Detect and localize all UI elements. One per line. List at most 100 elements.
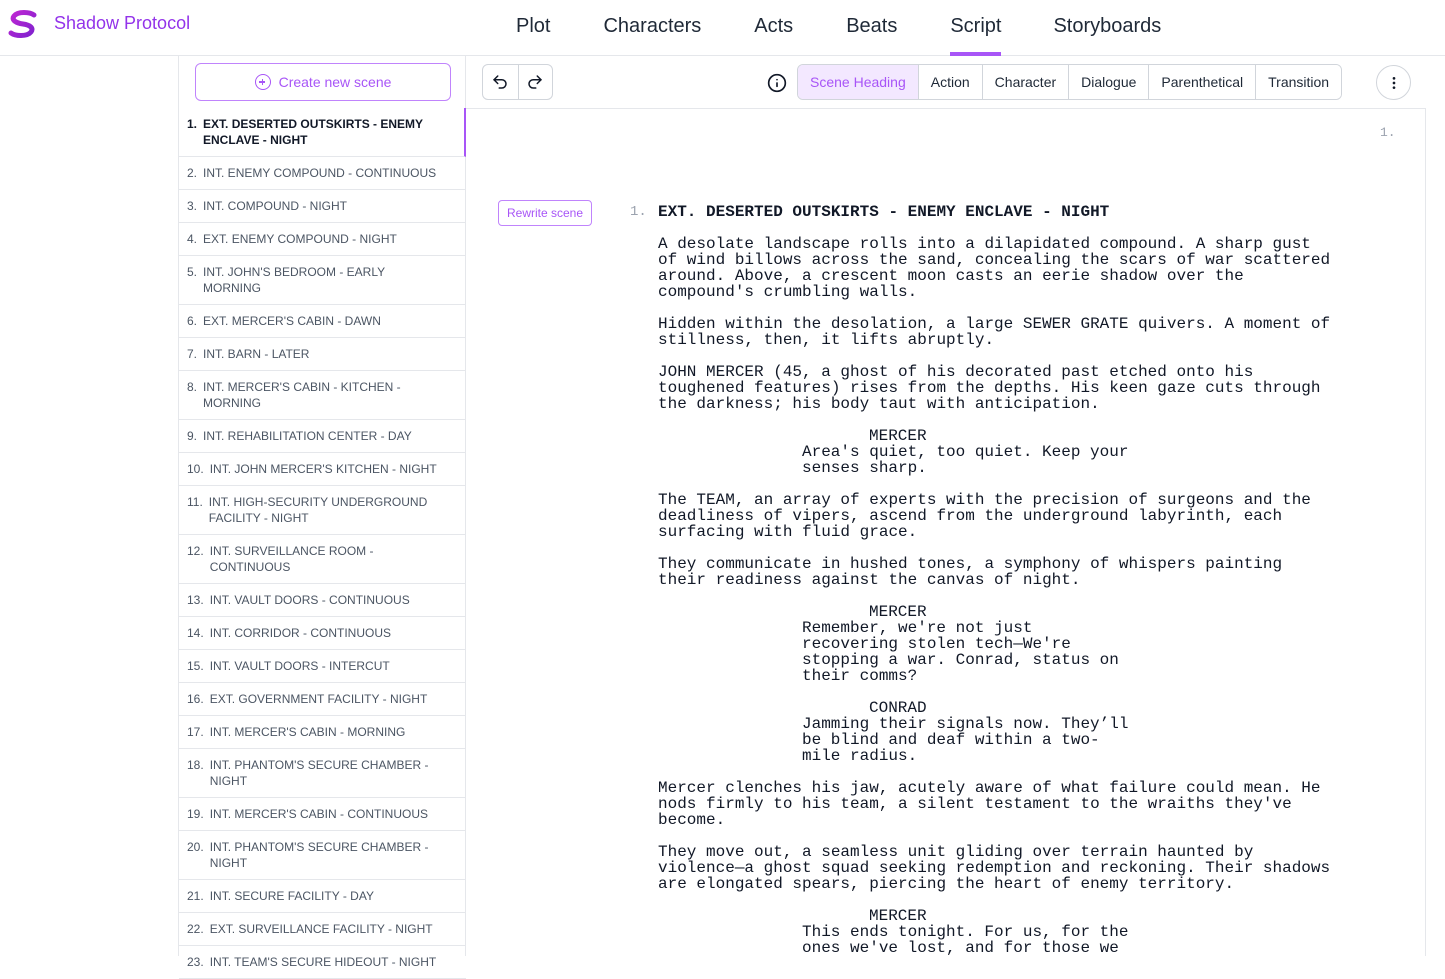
scene-item-number: 14. [187,626,204,640]
tab-plot[interactable]: Plot [516,0,550,56]
scene-item-label: INT. MERCER'S CABIN - MORNING [209,725,406,739]
element-format-group: Scene Heading Action Character Dialogue Pare… [797,64,1343,100]
scene-list-item[interactable]: 14. INT. CORRIDOR - CONTINUOUS [179,617,466,650]
main-nav: Plot Characters Acts Beats Script Storyb… [516,0,1161,56]
format-action-button[interactable]: Action [918,65,983,99]
scene-list-item[interactable]: 6. EXT. MERCER'S CABIN - DAWN [179,305,466,338]
action-block[interactable]: The TEAM, an array of experts with the p… [658,492,1338,540]
scene-list-item[interactable]: 16. EXT. GOVERNMENT FACILITY - NIGHT [179,683,466,716]
plus-circle-icon [254,74,271,90]
more-vertical-icon [1392,76,1395,89]
tab-acts[interactable]: Acts [754,0,793,56]
action-block[interactable]: Hidden within the desolation, a large SE… [658,316,1338,348]
dialogue-block[interactable]: This ends tonight. For us, for the ones … [802,924,1132,956]
redo-icon [528,75,542,89]
dialogue-block[interactable]: Jamming their signals now. They’ll be bl… [802,716,1132,764]
scene-item-number: 15. [187,659,204,673]
scene-list-item[interactable]: 12. INT. SURVEILLANCE ROOM - CONTINUOUS [179,535,466,584]
scene-item-label: INT. REHABILITATION CENTER - DAY [203,429,412,443]
scene-item-label: EXT. MERCER'S CABIN - DAWN [203,314,381,328]
scene-list-item[interactable]: 23. INT. TEAM'S SECURE HIDEOUT - NIGHT [179,946,466,979]
action-block[interactable]: They move out, a seamless unit gliding o… [658,844,1338,892]
tab-storyboards[interactable]: Storyboards [1053,0,1161,56]
scene-list-item[interactable]: 18. INT. PHANTOM'S SECURE CHAMBER - NIGHT [179,749,466,798]
scene-list-item[interactable]: 19. INT. MERCER'S CABIN - CONTINUOUS [179,798,466,831]
scene-item-label: EXT. DESERTED OUTSKIRTS - ENEMY ENCLAVE … [203,117,423,147]
scene-item-label: INT. COMPOUND - NIGHT [203,199,348,213]
scene-item-number: 20. [187,840,204,854]
script-editor[interactable]: 1. Rewrite scene 1. EXT. DESERTED OUTSKI… [466,109,1426,956]
scene-item-label: INT. SECURE FACILITY - DAY [209,889,374,903]
scene-item-number: 4. [187,232,198,246]
info-icon[interactable] [767,73,787,93]
tab-characters[interactable]: Characters [603,0,701,56]
redo-button[interactable] [517,65,553,99]
tab-beats[interactable]: Beats [846,0,897,56]
scene-item-label: INT. HIGH-SECURITY UNDERGROUND FACILITY … [208,495,428,525]
rewrite-scene-button[interactable]: Rewrite scene [498,200,593,226]
top-bar: Shadow Protocol Plot Characters Acts Bea… [0,0,1445,56]
scene-item-label: INT. VAULT DOORS - INTERCUT [209,659,390,673]
scene-list-item[interactable]: 8. INT. MERCER'S CABIN - KITCHEN - MORNIN… [179,371,466,420]
undo-button[interactable] [483,65,518,99]
scene-item-number: 16. [187,692,204,706]
format-character-button[interactable]: Character [982,65,1070,99]
character-cue[interactable]: CONRAD [869,700,1338,716]
scene-item-number: 3. [187,199,198,213]
format-parenthetical-button[interactable]: Parenthetical [1149,65,1257,99]
character-cue[interactable]: MERCER [869,604,1338,620]
scene-list-item[interactable]: 10. INT. JOHN MERCER'S KITCHEN - NIGHT [179,453,466,486]
scene-list-item[interactable]: 5. INT. JOHN'S BEDROOM - EARLY MORNING [179,256,466,305]
action-block[interactable]: JOHN MERCER (45, a ghost of his decorate… [658,364,1338,412]
format-transition-button[interactable]: Transition [1256,65,1342,99]
scene-item-label: INT. JOHN'S BEDROOM - EARLY MORNING [203,265,385,295]
scene-list-item[interactable]: 22. EXT. SURVEILLANCE FACILITY - NIGHT [179,913,466,946]
scene-list-item[interactable]: 3. INT. COMPOUND - NIGHT [179,190,466,223]
scene-item-number: 7. [187,347,198,361]
dialogue-block[interactable]: Area's quiet, too quiet. Keep your sense… [802,444,1132,476]
scene-list-item[interactable]: 13. INT. VAULT DOORS - CONTINUOUS [179,584,466,617]
character-cue[interactable]: MERCER [869,428,1338,444]
scene-item-number: 21. [187,889,204,903]
scene-item-number: 12. [187,544,204,558]
scene-item-label: INT. PHANTOM'S SECURE CHAMBER - NIGHT [209,758,429,788]
scene-list-item[interactable]: 20. INT. PHANTOM'S SECURE CHAMBER - NIGHT [179,831,466,880]
scene-item-number: 22. [187,922,204,936]
app-logo-icon[interactable] [8,10,38,38]
scene-list-item[interactable]: 1. EXT. DESERTED OUTSKIRTS - ENEMY ENCLAV… [179,108,466,157]
scene-item-number: 9. [187,429,198,443]
scene-item-label: INT. CORRIDOR - CONTINUOUS [209,626,392,640]
create-new-scene-button[interactable]: Create new scene [195,63,451,101]
scene-list-item[interactable]: 2. INT. ENEMY COMPOUND - CONTINUOUS [179,157,466,190]
scene-list-item[interactable]: 17. INT. MERCER'S CABIN - MORNING [179,716,466,749]
action-block[interactable]: A desolate landscape rolls into a dilapi… [658,236,1338,300]
scene-item-label: INT. PHANTOM'S SECURE CHAMBER - NIGHT [209,840,429,870]
scene-number: 1. [630,204,647,220]
editor-toolbar: Scene Heading Action Character Dialogue Pare… [466,56,1426,109]
scene-item-number: 11. [187,495,203,509]
scene-item-label: INT. VAULT DOORS - CONTINUOUS [209,593,410,607]
screenplay-page[interactable]: EXT. DESERTED OUTSKIRTS - ENEMY ENCLAVE … [658,204,1338,956]
scene-list-item[interactable]: 9. INT. REHABILITATION CENTER - DAY [179,420,466,453]
dialogue-block[interactable]: Remember, we're not just recovering stol… [802,620,1132,684]
scene-item-label: INT. MERCER'S CABIN - KITCHEN - MORNING [203,380,401,410]
scene-list-item[interactable]: 7. INT. BARN - LATER [179,338,466,371]
format-scene-heading-button[interactable]: Scene Heading [798,65,919,99]
scene-list-item[interactable]: 21. INT. SECURE FACILITY - DAY [179,880,466,913]
scene-item-number: 17. [187,725,204,739]
more-options-button[interactable] [1376,65,1411,100]
character-cue[interactable]: MERCER [869,908,1338,924]
action-block[interactable]: Mercer clenches his jaw, acutely aware o… [658,780,1338,828]
undo-icon [493,75,507,89]
scene-list-item[interactable]: 15. INT. VAULT DOORS - INTERCUT [179,650,466,683]
scene-heading[interactable]: EXT. DESERTED OUTSKIRTS - ENEMY ENCLAVE … [658,204,1338,220]
create-new-scene-label: Create new scene [278,74,392,90]
scene-item-number: 19. [187,807,204,821]
scene-list-item[interactable]: 4. EXT. ENEMY COMPOUND - NIGHT [179,223,466,256]
app-title[interactable]: Shadow Protocol [54,13,190,34]
scene-list-item[interactable]: 11. INT. HIGH-SECURITY UNDERGROUND FACILI… [179,486,466,535]
action-block[interactable]: They communicate in hushed tones, a symp… [658,556,1338,588]
tab-script[interactable]: Script [950,0,1002,56]
format-dialogue-button[interactable]: Dialogue [1069,65,1150,99]
scene-item-number: 18. [187,758,204,772]
